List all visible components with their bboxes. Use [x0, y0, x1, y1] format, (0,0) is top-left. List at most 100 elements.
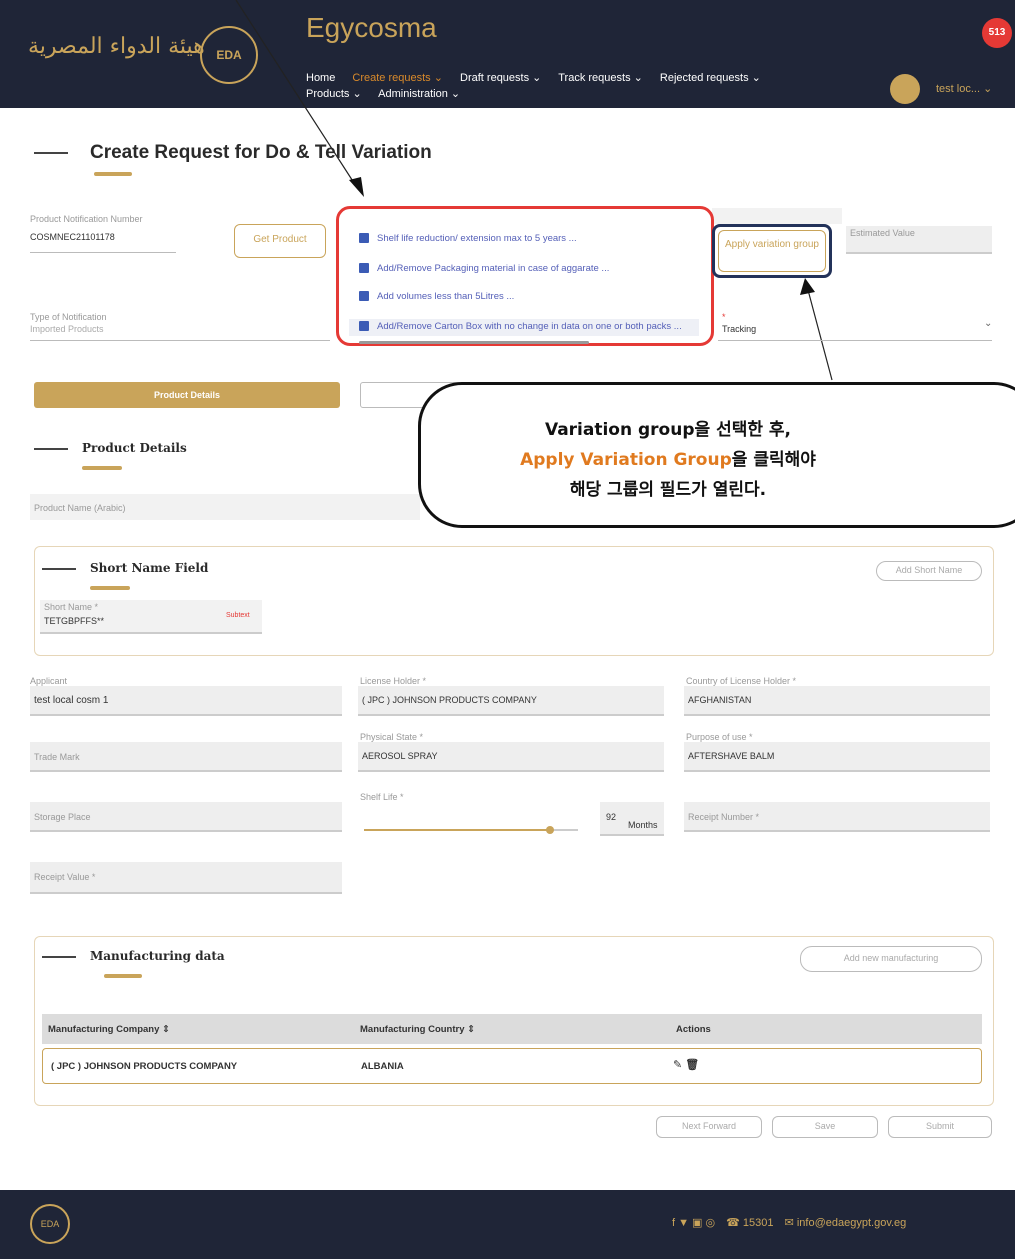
manufacturing-divider: [42, 956, 76, 958]
footer-contact: f ▼ ▣ ◎ ☎ 15301 ✉ info@edaegypt.gov.eg: [672, 1216, 914, 1229]
callout-highlight: Apply Variation Group: [520, 450, 732, 470]
short-name-badge: Subtext: [226, 612, 250, 619]
nav-rejected-requests[interactable]: Rejected requests ⌄: [660, 72, 761, 84]
type-of-notification-label: Type of Notification: [30, 312, 107, 322]
variation-option[interactable]: Add/Remove Packaging material in case of…: [359, 263, 609, 274]
nav-track-requests[interactable]: Track requests ⌄: [558, 72, 643, 84]
get-product-button[interactable]: Get Product: [234, 224, 326, 258]
variation-option[interactable]: Add volumes less than 5Litres ...: [359, 291, 514, 302]
checkbox-checked-icon[interactable]: [359, 321, 369, 332]
product-notification-value[interactable]: COSMNEC21101178: [30, 232, 115, 242]
page-title: Create Request for Do & Tell Variation: [90, 142, 432, 163]
storage-label: Storage Place: [34, 812, 91, 822]
applicant-label: Applicant: [30, 676, 68, 686]
table-row: ( JPC ) JOHNSON PRODUCTS COMPANY ALBANIA…: [42, 1048, 982, 1084]
callout-line-1: Variation group을 선택한 후,: [544, 420, 792, 440]
short-name-value: TETGBPFFS**: [44, 616, 105, 626]
type-of-notification-underline: [30, 340, 330, 341]
variation-option-label: Add/Remove Carton Box with no change in …: [377, 321, 682, 332]
product-notification-underline: [30, 252, 176, 253]
license-holder-value: ( JPC ) JOHNSON PRODUCTS COMPANY: [362, 695, 537, 705]
callout-line-3: 해당 그룹의 필드가 열린다.: [569, 480, 767, 500]
add-short-name-button[interactable]: Add Short Name: [876, 561, 982, 581]
row-country: ALBANIA: [361, 1061, 404, 1072]
checkbox-checked-icon[interactable]: [359, 233, 369, 244]
receipt-number-label: Receipt Number *: [688, 812, 760, 822]
tracking-value[interactable]: Tracking: [722, 324, 756, 334]
receipt-value-label: Receipt Value *: [34, 872, 96, 882]
next-forward-button[interactable]: Next Forward: [656, 1116, 762, 1138]
manufacturing-title: Manufacturing data: [90, 949, 225, 963]
annotation-callout: Variation group을 선택한 후, Apply Variation …: [418, 382, 1015, 528]
submit-button[interactable]: Submit: [888, 1116, 992, 1138]
eda-arabic-logo: هيئة الدواء المصرية: [28, 34, 205, 59]
estimated-value-label: Estimated Value: [850, 228, 915, 238]
country-label: Country of License Holder *: [686, 676, 797, 686]
variation-option-label: Shelf life reduction/ extension max to 5…: [377, 233, 577, 244]
trade-mark-label: Trade Mark: [34, 752, 80, 762]
tracking-required-mark: *: [722, 312, 726, 322]
checkbox-checked-icon[interactable]: [359, 291, 369, 302]
checkbox-checked-icon[interactable]: [359, 263, 369, 274]
user-menu[interactable]: test loc... ⌄: [936, 82, 992, 95]
nav-administration[interactable]: Administration ⌄: [378, 88, 460, 100]
dropdown-scrollbar[interactable]: [359, 341, 589, 344]
main-nav: Home Create requests ⌄ Draft requests ⌄ …: [306, 70, 866, 102]
physical-state-value: AEROSOL SPRAY: [362, 751, 438, 761]
nav-draft-requests[interactable]: Draft requests ⌄: [460, 72, 541, 84]
tracking-dropdown-icon[interactable]: ⌄: [984, 318, 992, 329]
variation-option[interactable]: Shelf life reduction/ extension max to 5…: [359, 233, 577, 244]
tracking-underline: [718, 340, 992, 341]
column-header-country[interactable]: Manufacturing Country ⇕: [360, 1024, 475, 1035]
brand-title: Egycosma: [306, 12, 437, 43]
product-details-title: Product Details: [82, 441, 187, 455]
physical-state-label: Physical State *: [360, 732, 424, 742]
social-icons[interactable]: f ▼ ▣ ◎: [672, 1217, 715, 1229]
variation-select-top: [712, 208, 842, 224]
short-name-label: Short Name *: [44, 602, 99, 612]
shelf-life-value: 92: [606, 812, 617, 822]
notification-bell-icon[interactable]: 513: [982, 18, 1012, 48]
callout-line-2-rest: 을 클릭해야: [731, 450, 816, 470]
callout-line-2: Apply Variation Group을 클릭해야: [361, 445, 975, 470]
variation-option-label: Add volumes less than 5Litres ...: [377, 291, 515, 302]
column-header-company[interactable]: Manufacturing Company ⇕: [48, 1024, 170, 1035]
type-of-notification-value[interactable]: Imported Products: [30, 324, 104, 334]
short-name-title: Short Name Field: [90, 561, 209, 575]
manufacturing-accent: [104, 974, 142, 978]
add-new-manufacturing-button[interactable]: Add new manufacturing: [800, 946, 982, 972]
user-avatar-icon[interactable]: [890, 74, 920, 104]
nav-products[interactable]: Products ⌄: [306, 88, 362, 100]
product-details-accent: [82, 466, 122, 470]
applicant-value: test local cosm 1: [34, 695, 109, 706]
short-name-accent: [90, 586, 130, 590]
footer-eda-logo: EDA: [30, 1204, 70, 1244]
apply-variation-group-button[interactable]: Apply variation group: [718, 230, 826, 272]
variation-option-label: Add/Remove Packaging material in case of…: [377, 263, 610, 274]
shelf-life-slider-thumb[interactable]: [546, 826, 554, 834]
purpose-value: AFTERSHAVE BALM: [688, 751, 775, 761]
app-footer: EDA f ▼ ▣ ◎ ☎ 15301 ✉ info@edaegypt.gov.…: [0, 1190, 1015, 1259]
save-button[interactable]: Save: [772, 1116, 878, 1138]
row-company: ( JPC ) JOHNSON PRODUCTS COMPANY: [51, 1061, 238, 1072]
app-header: هيئة الدواء المصرية EDA Egycosma Home Cr…: [0, 0, 1015, 108]
shelf-life-slider-fill: [364, 829, 548, 831]
edit-delete-icons[interactable]: ✎ 🗑: [673, 1058, 699, 1071]
shelf-life-label: Shelf Life *: [360, 792, 404, 802]
eda-logo-badge: EDA: [200, 26, 258, 84]
nav-create-requests[interactable]: Create requests ⌄: [352, 72, 443, 84]
variation-option[interactable]: Add/Remove Carton Box with no change in …: [349, 319, 699, 336]
purpose-label: Purpose of use *: [686, 732, 753, 742]
tab-product-details[interactable]: Product Details: [34, 382, 340, 408]
license-holder-label: License Holder *: [360, 676, 427, 686]
country-value: AFGHANISTAN: [688, 695, 752, 705]
nav-home[interactable]: Home: [306, 72, 335, 84]
phone-icon[interactable]: ☎ 15301: [726, 1217, 773, 1229]
title-divider: [34, 152, 68, 154]
email-icon[interactable]: ✉ info@edaegypt.gov.eg: [785, 1217, 907, 1229]
title-accent: [94, 172, 132, 176]
variation-options-list: Shelf life reduction/ extension max to 5…: [339, 213, 711, 344]
product-notification-label: Product Notification Number: [30, 214, 143, 224]
variation-group-dropdown: Shelf life reduction/ extension max to 5…: [336, 206, 714, 346]
manufacturing-table-header: Manufacturing Company ⇕ Manufacturing Co…: [42, 1014, 982, 1044]
